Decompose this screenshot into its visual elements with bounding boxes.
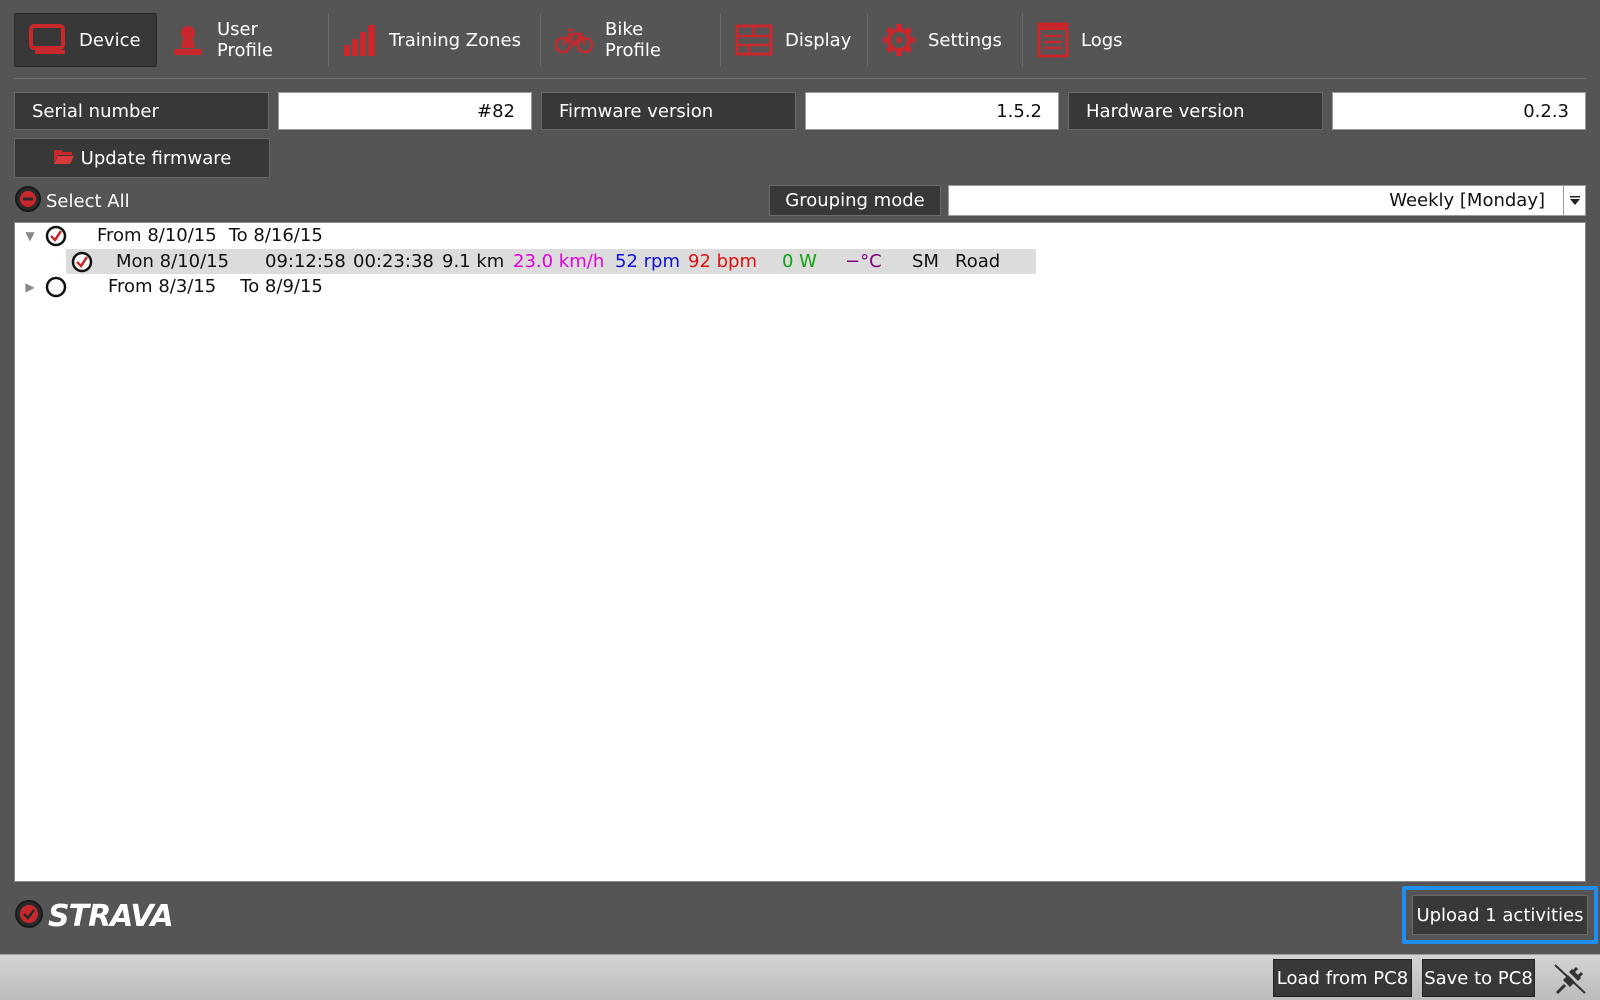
dropdown-arrow-icon[interactable] [1563,186,1585,215]
bar-chart-icon [343,23,377,57]
strava-logo: STRAVA [14,898,174,934]
group-to-date: To 8/9/15 [240,276,323,297]
activity-tree: ▼ From 8/10/15 To 8/16/15 Mon 8/10/15 09… [14,222,1586,882]
tab-label: Settings [928,29,1002,51]
update-firmware-button[interactable]: Update firmware [14,138,270,178]
tab-label: Bike Profile [605,19,661,61]
load-from-pc8-button[interactable]: Load from PC8 [1273,959,1412,997]
tab-label: Display [785,29,852,51]
activity-duration: 00:23:38 [353,251,434,272]
grouping-mode-label: Grouping mode [769,185,941,216]
group-from-date: From 8/3/15 [108,276,217,297]
main-tab-bar: Device User Profile Training Zones Bike … [14,13,1586,67]
activity-speed: 23.0 km/h [513,251,605,272]
deselect-circle-icon[interactable] [14,185,42,218]
device-info-row: Serial number #82 Firmware version 1.5.2… [14,92,1586,130]
strava-wordmark: STRAVA [48,898,174,934]
unchecked-circle-icon[interactable] [45,276,67,298]
checked-circle-icon[interactable] [45,225,67,247]
expand-triangle-right-icon[interactable]: ▶ [15,280,45,294]
folder-icon [53,147,75,170]
tab-training-zones[interactable]: Training Zones [329,13,541,67]
tab-display[interactable]: Display [721,13,868,67]
activity-row[interactable]: Mon 8/10/15 09:12:58 00:23:38 9.1 km 23.… [66,249,1036,274]
activity-start-time: 09:12:58 [265,251,346,272]
gear-icon [882,23,916,57]
firmware-version-label: Firmware version [541,92,796,130]
tree-group-row[interactable]: ▼ From 8/10/15 To 8/16/15 [15,223,323,248]
tree-group-row[interactable]: ▶ From 8/3/15 To 8/9/15 [15,274,323,299]
serial-number-value: #82 [277,92,532,130]
checked-circle-icon[interactable] [71,251,93,273]
save-to-pc8-button[interactable]: Save to PC8 [1422,959,1535,997]
tab-label: Training Zones [389,29,521,51]
activity-power: 0 W [782,251,817,272]
serial-number-label: Serial number [14,92,269,130]
upload-highlight: Upload 1 activities [1402,886,1598,944]
user-icon [171,24,205,56]
log-sheet-icon [1037,22,1069,58]
grouping-mode-value: Weekly [Monday] [1389,190,1545,211]
activity-cadence: 52 rpm [615,251,680,272]
expand-triangle-down-icon[interactable]: ▼ [15,229,45,243]
tab-settings[interactable]: Settings [868,13,1023,67]
strava-check-icon [14,899,44,933]
grouping-mode-select[interactable]: Weekly [Monday] [948,185,1586,216]
select-all-control[interactable]: Select All [14,185,130,218]
upload-activities-button[interactable]: Upload 1 activities [1412,895,1588,935]
group-from-date: From 8/10/15 [97,225,217,246]
tab-logs[interactable]: Logs [1023,13,1133,67]
activity-distance: 9.1 km [442,251,505,272]
status-bar: Load from PC8 Save to PC8 [0,954,1600,1000]
plug-disconnected-icon [1553,963,1587,999]
hardware-version-label: Hardware version [1068,92,1323,130]
tab-user-profile[interactable]: User Profile [157,13,329,67]
bike-icon [555,25,593,55]
group-to-date: To 8/16/15 [228,225,323,246]
tab-label: User Profile [217,19,273,61]
tab-label: Device [79,29,141,51]
activity-heart-rate: 92 bpm [688,251,758,272]
select-all-label: Select All [46,190,130,212]
tab-bar-divider [14,78,1586,79]
activity-bike: Road [955,251,1001,272]
hardware-version-value: 0.2.3 [1331,92,1586,130]
tab-device[interactable]: Device [14,13,157,67]
monitor-icon [29,24,67,56]
activity-type-code: SM [912,251,939,272]
tab-label: Logs [1081,29,1123,51]
display-grid-icon [735,24,773,56]
activity-temperature: −°C [845,251,882,272]
tab-bike-profile[interactable]: Bike Profile [541,13,721,67]
activity-date: Mon 8/10/15 [116,251,230,272]
update-firmware-label: Update firmware [80,147,232,169]
firmware-version-value: 1.5.2 [804,92,1059,130]
